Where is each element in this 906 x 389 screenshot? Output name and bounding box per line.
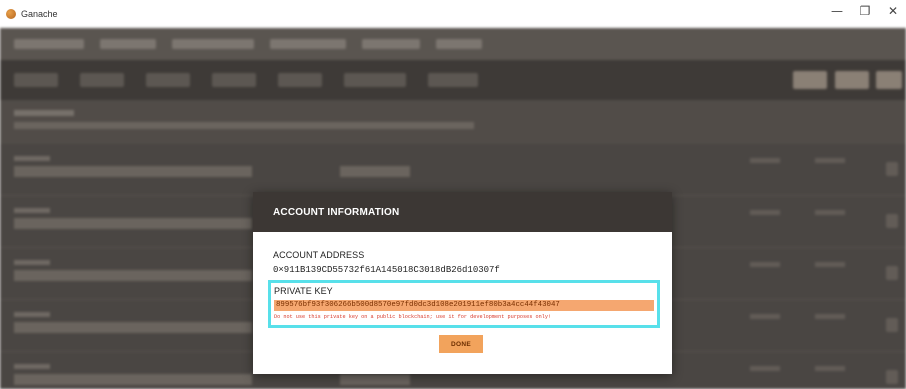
key-icon[interactable]	[886, 318, 898, 332]
window-title: Ganache	[21, 9, 58, 19]
main-nav	[0, 28, 906, 60]
modal-title: ACCOUNT INFORMATION	[273, 206, 400, 218]
private-key-warning: Do not use this private key on a public …	[274, 314, 552, 320]
status-block	[278, 73, 322, 87]
account-row	[0, 144, 906, 196]
status-block	[212, 73, 256, 87]
status-bar	[0, 60, 906, 100]
nav-tab-contracts[interactable]	[270, 39, 346, 49]
account-address-label: ACCOUNT ADDRESS	[273, 250, 365, 260]
nav-tab-events[interactable]	[362, 39, 420, 49]
minimize-icon[interactable]: —	[830, 4, 844, 18]
private-key-highlight: PRIVATE KEY 899576bf93f306266b500d8570e9…	[268, 280, 660, 328]
private-key-value[interactable]: 899576bf93f306266b500d8570e97fd0dc3d108e…	[274, 300, 654, 311]
status-block	[344, 73, 406, 87]
close-icon[interactable]: ✕	[886, 4, 900, 18]
nav-tab-accounts[interactable]	[14, 39, 84, 49]
status-block	[146, 73, 190, 87]
maximize-icon[interactable]: ❐	[858, 4, 872, 18]
ganache-logo-icon	[6, 9, 16, 19]
done-button[interactable]: DONE	[439, 335, 483, 353]
status-block	[14, 73, 58, 87]
key-icon[interactable]	[886, 370, 898, 384]
settings-button[interactable]	[876, 71, 902, 89]
key-icon[interactable]	[886, 266, 898, 280]
mnemonic-panel	[0, 100, 906, 144]
account-address-value: 0×911B139CD55732f61A145018C3018dB26d1030…	[273, 265, 500, 275]
window-controls: — ❐ ✕	[830, 4, 900, 18]
modal-header: ACCOUNT INFORMATION	[253, 192, 672, 232]
nav-tab-transactions[interactable]	[172, 39, 254, 49]
key-icon[interactable]	[886, 162, 898, 176]
key-icon[interactable]	[886, 214, 898, 228]
save-button[interactable]	[793, 71, 827, 89]
nav-tab-blocks[interactable]	[100, 39, 156, 49]
status-block	[80, 73, 124, 87]
window-titlebar: Ganache — ❐ ✕	[0, 0, 906, 28]
switch-button[interactable]	[835, 71, 869, 89]
private-key-label: PRIVATE KEY	[274, 286, 333, 296]
account-information-modal: ACCOUNT INFORMATION ACCOUNT ADDRESS 0×91…	[253, 192, 672, 374]
status-block	[428, 73, 478, 87]
nav-tab-logs[interactable]	[436, 39, 482, 49]
